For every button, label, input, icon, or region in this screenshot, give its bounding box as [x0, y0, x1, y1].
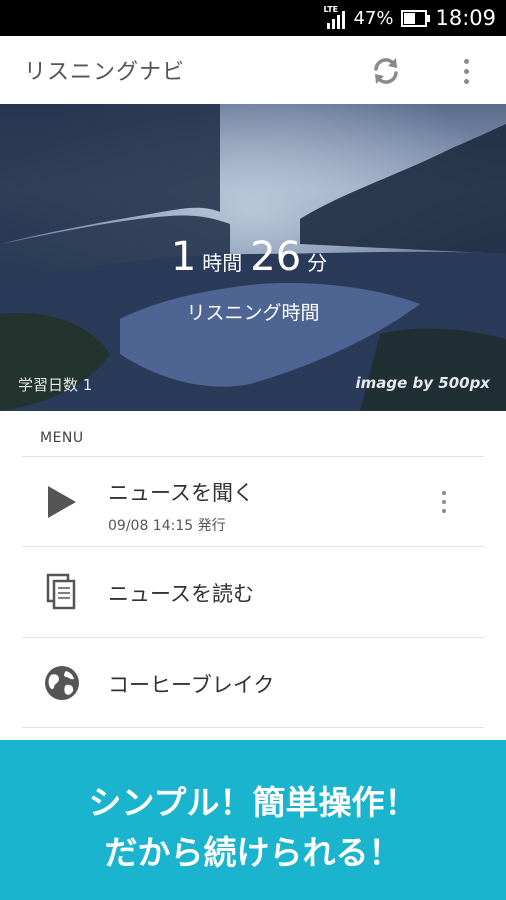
hours-value: 1: [170, 234, 197, 280]
menu-item-title: ニュースを読む: [108, 582, 254, 606]
app-bar: リスニングナビ: [0, 36, 506, 104]
menu-item-listen-news[interactable]: ニュースを聞く 09/08 14:15 発行: [22, 457, 484, 547]
hours-unit: 時間: [202, 251, 243, 275]
menu-item-title: コーヒーブレイク: [108, 673, 275, 697]
refresh-icon[interactable]: [368, 53, 404, 89]
play-icon: [42, 482, 82, 522]
globe-icon: [42, 663, 82, 703]
app-title: リスニングナビ: [24, 60, 186, 85]
battery-percent: 47%: [353, 7, 394, 29]
listening-time: 1 時間 26 分: [0, 234, 506, 280]
lte-signal-icon: LTE: [323, 5, 346, 29]
documents-icon: [42, 572, 82, 612]
battery-fill: [404, 12, 415, 24]
menu-item-title: ニュースを聞く: [108, 481, 254, 505]
menu-header: MENU: [40, 430, 84, 446]
minutes-unit: 分: [307, 251, 328, 275]
menu-item-subtitle: 09/08 14:15 発行: [108, 518, 226, 534]
promo-line-1: シンプル！簡単操作！: [88, 783, 418, 822]
minutes-value: 26: [250, 234, 302, 280]
network-label: LTE: [323, 5, 339, 14]
menu-item-coffee-break[interactable]: コーヒーブレイク: [22, 638, 484, 728]
listening-time-label: リスニング時間: [186, 302, 320, 324]
item-overflow-icon[interactable]: [434, 487, 454, 517]
menu-item-read-news[interactable]: ニュースを読む: [22, 547, 484, 637]
promo-banner: シンプル！簡単操作！ だから続けられる！: [0, 740, 506, 900]
battery-icon: [401, 9, 431, 27]
study-days: 学習日数 1: [18, 376, 93, 394]
status-bar: LTE 47% 18:09: [0, 0, 506, 36]
image-credit: image by 500px: [355, 374, 491, 392]
status-icons: LTE 47% 18:09: [323, 0, 496, 36]
menu-divider: [22, 727, 484, 728]
overflow-menu-icon[interactable]: [450, 53, 482, 89]
hero-image: 1 時間 26 分 リスニング時間 学習日数 1 image by 500px: [0, 104, 506, 411]
clock: 18:09: [435, 6, 496, 30]
promo-line-2: だから続けられる！: [104, 833, 402, 872]
